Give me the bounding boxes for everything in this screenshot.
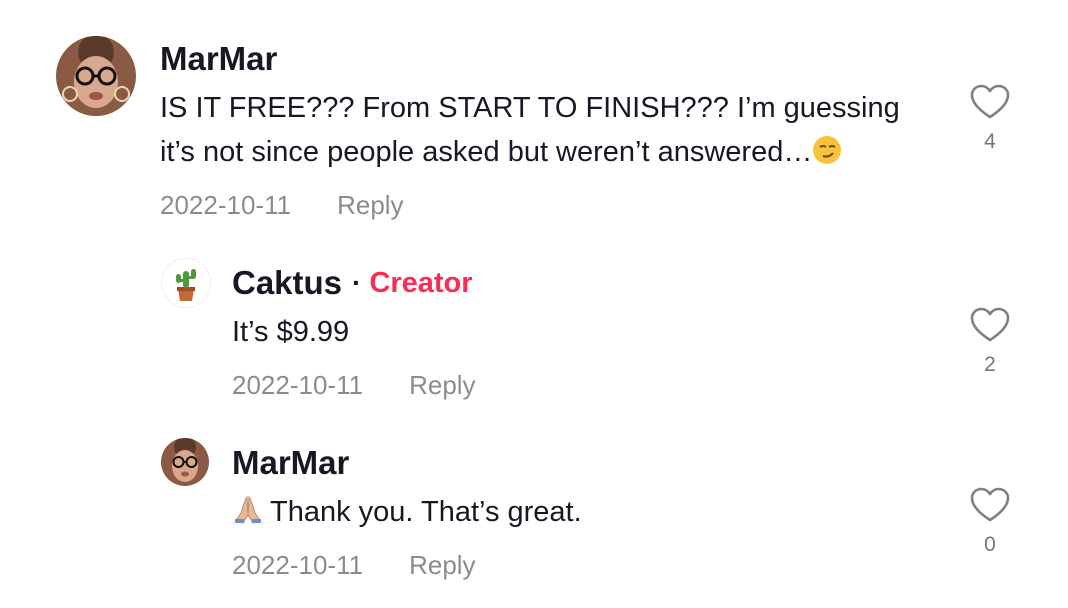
comment-meta: 2022-10-11 Reply (232, 370, 476, 401)
comment-meta: 2022-10-11 Reply (160, 190, 404, 221)
comment-text-line: It’s $9.99 (232, 316, 350, 348)
comment-text-line: Thank you. That’s great. (270, 496, 582, 528)
cactus-logo-icon (162, 259, 210, 307)
praying-hands-emoji-icon (232, 493, 264, 538)
comment-text: Thank you. That’s great. (232, 490, 1012, 538)
like-button[interactable]: 4 (966, 84, 1014, 154)
user-photo-icon (161, 438, 209, 486)
comment-text: IS IT FREE??? From START TO FINISH??? I’… (160, 86, 940, 178)
username[interactable]: MarMar (232, 444, 349, 482)
comment-text: It’s $9.99 (232, 310, 1012, 354)
reply-button[interactable]: Reply (337, 190, 403, 220)
like-count: 4 (984, 130, 996, 153)
heart-icon (970, 487, 1010, 522)
username[interactable]: MarMar (160, 40, 277, 78)
comment-date: 2022-10-11 (232, 550, 364, 580)
reply-button[interactable]: Reply (409, 550, 475, 580)
creator-badge: Creator (369, 266, 473, 299)
comment-date: 2022-10-11 (160, 190, 292, 220)
heart-icon (970, 84, 1010, 119)
username-label[interactable]: MarMar (232, 444, 349, 482)
like-button[interactable]: 2 (966, 307, 1014, 377)
like-count: 2 (984, 353, 996, 376)
comment-meta: 2022-10-11 Reply (232, 550, 476, 581)
username-label[interactable]: MarMar (160, 40, 277, 78)
username[interactable]: Caktus · Creator (232, 264, 473, 302)
separator-dot: · (352, 267, 362, 298)
reply-button[interactable]: Reply (409, 370, 475, 400)
avatar[interactable] (161, 258, 211, 308)
smirk-emoji-icon (812, 134, 842, 178)
user-photo-icon (56, 36, 136, 116)
comment-date: 2022-10-11 (232, 370, 364, 400)
comment-text-line-2: it’s not since people asked but weren’t … (160, 136, 813, 168)
heart-icon (970, 307, 1010, 342)
like-button[interactable]: 0 (966, 487, 1014, 557)
like-count: 0 (984, 533, 996, 556)
avatar[interactable] (56, 36, 136, 116)
avatar[interactable] (161, 438, 209, 486)
username-label[interactable]: Caktus (232, 264, 342, 302)
comment-text-line-1: IS IT FREE??? From START TO FINISH??? I’… (160, 92, 900, 124)
